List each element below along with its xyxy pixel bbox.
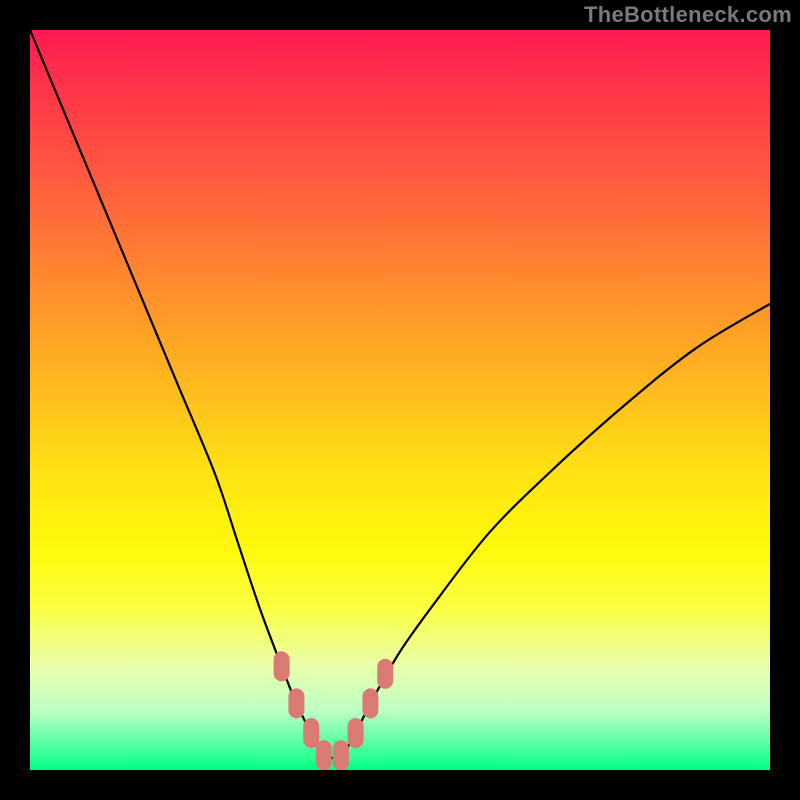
- chart-stage: TheBottleneck.com: [0, 0, 800, 800]
- curve-layer: [30, 30, 770, 770]
- bottleneck-curve: [30, 30, 770, 758]
- trough-markers-group: [274, 651, 394, 770]
- trough-marker: [288, 688, 304, 718]
- watermark-label: TheBottleneck.com: [584, 2, 792, 28]
- trough-marker: [303, 718, 319, 748]
- trough-marker: [377, 659, 393, 689]
- trough-marker: [316, 740, 332, 770]
- trough-marker: [274, 651, 290, 681]
- trough-marker: [348, 718, 364, 748]
- trough-marker: [362, 688, 378, 718]
- trough-marker: [333, 740, 349, 770]
- plot-area: [30, 30, 770, 770]
